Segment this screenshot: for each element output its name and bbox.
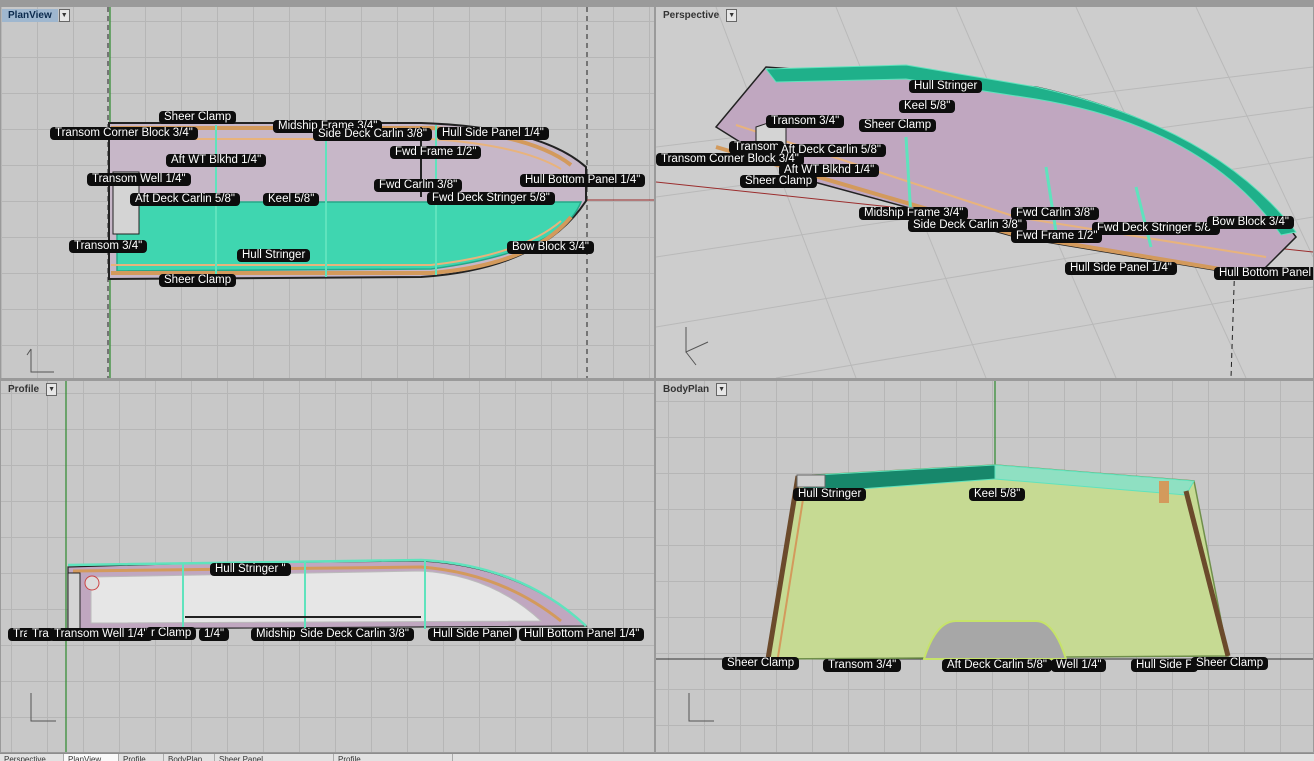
- part-label[interactable]: Hull Side Panel 1/4": [1065, 262, 1177, 275]
- part-label[interactable]: Side Deck Carlin 3/8": [908, 219, 1027, 232]
- part-label[interactable]: Bow Block 3/4": [1207, 216, 1294, 229]
- viewport-bodyplan[interactable]: BodyPlan ▼ Hull Stringer Keel 5/8" Sheer…: [656, 381, 1313, 752]
- viewport-menu-chevron-down-icon[interactable]: ▼: [716, 383, 728, 396]
- part-label[interactable]: Sheer Clamp: [740, 175, 818, 188]
- part-label[interactable]: Hull Stringer: [793, 488, 867, 501]
- part-label[interactable]: Fwd Frame 1/2": [1011, 230, 1103, 243]
- part-label[interactable]: Keel 5/8": [263, 193, 320, 206]
- part-label[interactable]: Transom 3/4": [823, 659, 902, 672]
- viewport-planview[interactable]: PlanView ▼ Sheer Clamp Transom Corner Bl…: [1, 7, 654, 378]
- viewport-title-profile[interactable]: Profile ▼: [2, 382, 58, 397]
- part-label[interactable]: Keel 5/8": [969, 488, 1026, 501]
- part-label[interactable]: Transom Corner Block 3/4": [50, 127, 198, 140]
- part-label[interactable]: Hull Side P: [1131, 659, 1198, 672]
- part-label[interactable]: Fwd Carlin 3/8": [1011, 207, 1100, 220]
- viewport-title-bodyplan[interactable]: BodyPlan ▼: [657, 382, 728, 397]
- part-label[interactable]: Bow Block 3/4": [507, 241, 594, 254]
- part-label[interactable]: Sheer Clamp: [859, 119, 937, 132]
- part-label[interactable]: Sheer Clamp: [1191, 657, 1269, 670]
- part-label[interactable]: Transom 3/4": [69, 240, 148, 253]
- part-label[interactable]: Side Deck Carlin 3/8": [313, 128, 432, 141]
- part-label[interactable]: Hull Stringer: [237, 249, 311, 262]
- part-label[interactable]: Midship: [251, 628, 301, 641]
- part-label[interactable]: 1/4": [199, 628, 230, 641]
- part-label[interactable]: Hull Side Panel 1/4": [437, 127, 549, 140]
- viewport-name[interactable]: PlanView: [2, 9, 58, 22]
- part-label[interactable]: Hull Bottom Panel: [1214, 267, 1313, 280]
- viewport-menu-chevron-down-icon[interactable]: ▼: [726, 9, 738, 22]
- part-label[interactable]: Hull Stringer: [909, 80, 983, 93]
- viewport-name[interactable]: Profile: [2, 383, 45, 396]
- profile-geometry: [30, 381, 588, 752]
- part-label[interactable]: Sheer Clamp: [159, 274, 237, 287]
- part-label[interactable]: Hull Bottom Panel 1/4": [519, 628, 645, 641]
- part-label[interactable]: Fwd Frame 1/2": [390, 146, 482, 159]
- part-label[interactable]: Keel 5/8": [899, 100, 956, 113]
- part-label[interactable]: Sheer Clamp: [722, 657, 800, 670]
- part-label[interactable]: Fwd Deck Stringer 5/8": [1092, 222, 1220, 235]
- part-label[interactable]: Hull Bottom Panel 1/4": [520, 174, 646, 187]
- part-label[interactable]: Aft Deck Carlin 5/8": [130, 193, 240, 206]
- part-label[interactable]: Hull Side Panel: [428, 628, 517, 641]
- part-label[interactable]: Transom 3/4": [766, 115, 845, 128]
- planview-geometry: [26, 7, 654, 378]
- viewport-menu-chevron-down-icon[interactable]: ▼: [58, 9, 70, 22]
- part-label[interactable]: r Clamp: [146, 627, 197, 640]
- viewport-menu-chevron-down-icon[interactable]: ▼: [46, 383, 58, 396]
- part-label[interactable]: Fwd Carlin 3/8": [374, 179, 463, 192]
- part-label[interactable]: Transom Well 1/4": [49, 628, 153, 641]
- viewport-name[interactable]: BodyPlan: [657, 383, 715, 396]
- viewport-name[interactable]: Perspective: [657, 9, 725, 22]
- part-label[interactable]: Well 1/4": [1051, 659, 1107, 672]
- viewport-title-planview[interactable]: PlanView ▼: [2, 8, 70, 23]
- part-label[interactable]: Aft WT Blkhd 1/4": [166, 154, 267, 167]
- viewport-title-perspective[interactable]: Perspective ▼: [657, 8, 738, 23]
- bodyplan-geometry: [656, 381, 1313, 722]
- perspective-geometry: [656, 7, 1313, 378]
- part-label[interactable]: Hull Stringer ": [210, 563, 291, 576]
- part-label[interactable]: Sheer Clamp: [159, 111, 237, 124]
- part-label[interactable]: Transom Well 1/4": [87, 173, 191, 186]
- part-label[interactable]: Aft Deck Carlin 5/8": [942, 659, 1052, 672]
- viewport-profile[interactable]: Profile ▼ Hull Stringer " Tra Tra Transo…: [1, 381, 654, 752]
- viewport-perspective[interactable]: Perspective ▼ Hull Stringer Keel 5/8" Tr…: [656, 7, 1313, 378]
- part-label[interactable]: Side Deck Carlin 3/8": [295, 628, 414, 641]
- part-label[interactable]: Fwd Deck Stringer 5/8": [427, 192, 555, 205]
